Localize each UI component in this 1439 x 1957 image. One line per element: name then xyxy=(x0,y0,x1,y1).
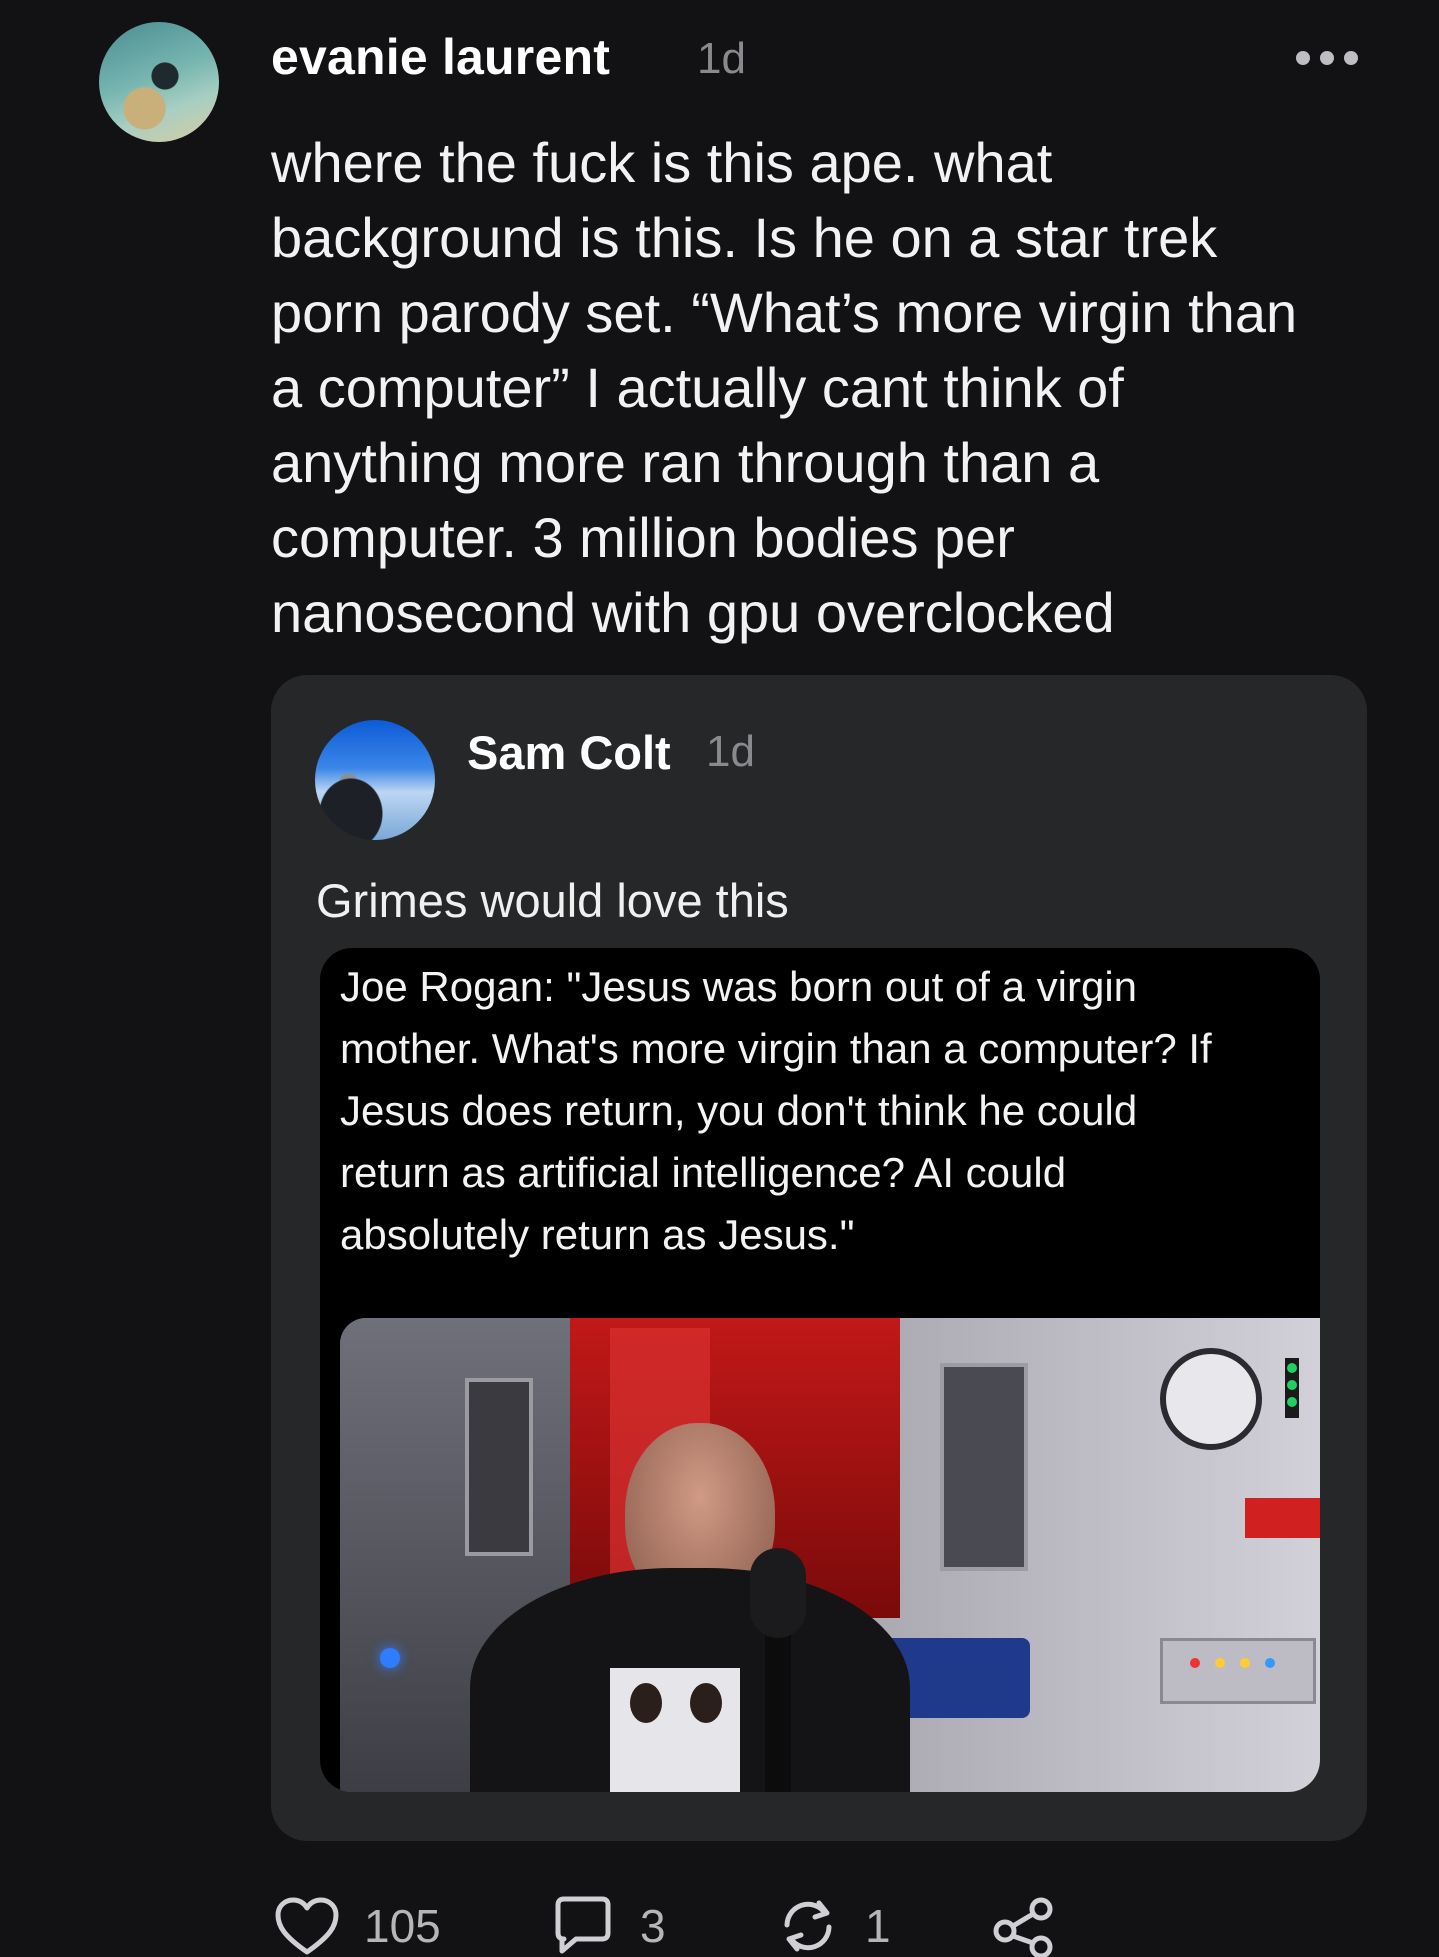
like-action[interactable]: 105 xyxy=(274,1896,441,1956)
repost-action[interactable]: 1 xyxy=(775,1896,891,1956)
share-icon[interactable] xyxy=(990,1895,1060,1957)
quoted-author-name[interactable]: Sam Colt xyxy=(467,725,671,780)
post-body: where the fuck is this ape. what backgro… xyxy=(271,125,1391,650)
video-frame[interactable] xyxy=(340,1318,1320,1792)
quoted-post-text: Grimes would love this xyxy=(316,874,789,927)
author-avatar[interactable] xyxy=(99,22,219,142)
post-text-line: anything more ran through than a xyxy=(271,431,1100,494)
repost-icon[interactable] xyxy=(775,1895,841,1957)
post-text-line: porn parody set. “What’s more virgin tha… xyxy=(271,281,1298,344)
post-text-line: computer. 3 million bodies per xyxy=(271,506,1015,569)
post-timestamp: 1d xyxy=(697,34,746,83)
post-text-line: background is this. Is he on a star trek xyxy=(271,206,1218,269)
post-text-line: a computer” I actually cant think of xyxy=(271,356,1124,419)
embedded-media[interactable]: Joe Rogan: "Jesus was born out of a virg… xyxy=(320,948,1320,1792)
like-count: 105 xyxy=(364,1900,441,1952)
author-name[interactable]: evanie laurent xyxy=(271,28,610,86)
heart-icon[interactable] xyxy=(274,1896,340,1956)
embedded-caption: Joe Rogan: "Jesus was born out of a virg… xyxy=(340,956,1310,1266)
caption-line: absolutely return as Jesus." xyxy=(340,1211,855,1258)
quoted-post-timestamp: 1d xyxy=(706,727,755,776)
caption-line: mother. What's more virgin than a comput… xyxy=(340,1025,1212,1072)
post-text-line: where the fuck is this ape. what xyxy=(271,131,1053,194)
more-options-icon[interactable] xyxy=(1296,36,1358,80)
comment-icon[interactable] xyxy=(550,1895,616,1957)
reply-count: 3 xyxy=(640,1900,666,1952)
caption-line: return as artificial intelligence? AI co… xyxy=(340,1149,1067,1196)
quoted-author-avatar[interactable] xyxy=(315,720,435,840)
caption-line: Joe Rogan: "Jesus was born out of a virg… xyxy=(340,963,1138,1010)
reply-action[interactable]: 3 xyxy=(550,1896,666,1956)
caption-line: Jesus does return, you don't think he co… xyxy=(340,1087,1138,1134)
repost-count: 1 xyxy=(865,1900,891,1952)
post-text-line: nanosecond with gpu overclocked xyxy=(271,581,1115,644)
share-action[interactable] xyxy=(990,1895,1060,1957)
